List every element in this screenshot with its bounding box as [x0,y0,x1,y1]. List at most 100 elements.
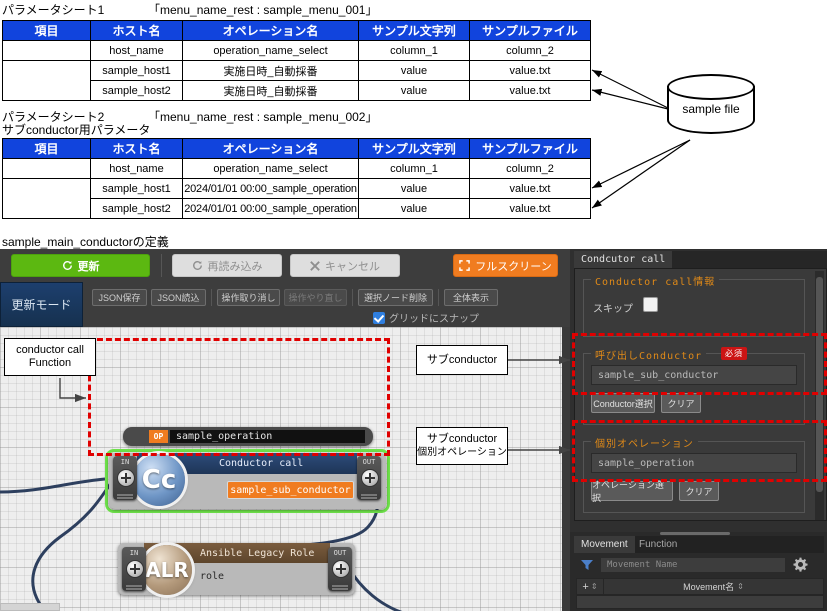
fit-all-button[interactable]: 全体表示 [444,289,498,306]
canvas-horizontal-scrollbar[interactable] [0,603,60,611]
in-port-label: IN [122,549,146,557]
movement-tabstrip: Movement Function [574,536,824,553]
snap-checkbox-icon[interactable] [373,312,385,324]
node-in-port[interactable]: IN [122,547,146,591]
cell-string: value [359,81,470,101]
col-header-host: ホスト名 [91,21,183,41]
row-label-restkey: RESTキー名 [3,41,91,61]
in-port-knob-icon[interactable] [117,469,135,487]
sort-icon[interactable]: ⇕ [737,582,744,591]
sort-icon[interactable]: ⇕ [591,582,598,591]
update-button-label: 更新 [78,258,100,274]
highlight-conductor-call-node [88,338,390,456]
table-row: sample_host2 2024/01/01 00:00_sample_ope… [3,199,591,219]
subtoolbar-divider [352,289,353,306]
col-header-item: 項目 [3,139,91,159]
skip-checkbox[interactable] [643,297,658,312]
funnel-icon[interactable] [580,558,594,572]
cell-host: sample_host1 [91,61,183,81]
in-port-knob-icon[interactable] [126,560,144,578]
mode-tab[interactable]: 更新モード [0,282,83,327]
section-conductor-call-info-label: Conductor call情報 [591,273,719,288]
fullscreen-button[interactable]: フルスクリーン [453,254,558,277]
cell-string: column_1 [359,159,470,179]
node-value-label: role [200,567,224,585]
out-port-knob-icon[interactable] [361,469,379,487]
cell-string: column_1 [359,41,470,61]
col-header-host: ホスト名 [91,139,183,159]
table-row: sample_host2 実施日時_自動採番 value value.txt [3,81,591,101]
movement-header-controls[interactable]: plus-icon + ⇕ [577,579,604,594]
col-header-file: サンプルファイル [470,21,591,41]
highlight-operation-field [572,420,827,482]
json-save-label: JSON保存 [98,291,140,304]
json-load-label: JSON読込 [157,291,199,304]
delete-node-button[interactable]: 選択ノード削除 [358,289,433,306]
reload-button[interactable]: 再読み込み [172,254,282,277]
node-in-port[interactable]: IN [113,456,137,500]
callout-sub-conductor: サブconductor [416,345,508,375]
cell-operation: operation_name_select [183,41,359,61]
gear-icon[interactable] [793,557,808,572]
editor-toolbar: 更新 再読み込み キャンセル フルスクリーン [0,249,570,282]
redo-button[interactable]: 操作やり直し [284,289,347,306]
tab-conductor-call[interactable]: Condcutor call [574,251,672,268]
editor-subtoolbar: JSON保存 JSON読込 操作取り消し 操作やり直し 選択ノード削除 全体表示… [83,282,570,327]
movement-name-input[interactable]: Movement Name [600,557,786,573]
cell-string: value [359,179,470,199]
movement-filter-row: Movement Name [576,555,824,576]
callout-line-1: サブconductor [427,433,497,446]
reload-button-label: 再読み込み [208,258,263,274]
operation-clear-button[interactable]: クリア [679,481,719,501]
cell-host: host_name [91,41,183,61]
properties-tabstrip: Condcutor call [574,251,827,268]
panel-resize-handle[interactable] [660,532,730,535]
editor-caption: sample_main_conductorの定義 [2,233,169,250]
tab-movement[interactable]: Movement [574,536,635,553]
close-icon [310,261,320,271]
callout-line-1: conductor call [16,344,84,357]
conductor-clear-button[interactable]: クリア [661,393,701,413]
json-load-button[interactable]: JSON読込 [151,289,206,306]
node-out-port[interactable]: OUT [328,547,352,591]
cell-operation: 2024/01/01 00:00_sample_operation [183,179,359,199]
expand-icon [459,260,470,271]
table-row: RESTキー名 host_name operation_name_select … [3,41,591,61]
tab-function[interactable]: Function [632,536,684,553]
node-title-label: Ansible Legacy Role [200,543,314,563]
row-label-applydata: 適用データ [3,179,91,219]
update-button[interactable]: 更新 [11,254,150,277]
snap-to-grid-toggle[interactable]: グリッドにスナップ [373,310,479,325]
cylinder-top [667,74,755,100]
col-header-string: サンプル文字列 [359,139,470,159]
out-port-knob-icon[interactable] [332,560,350,578]
operation-select-button[interactable]: オペレーション選択 [591,481,673,501]
col-header-operation: オペレーション名 [183,21,359,41]
conductor-select-button[interactable]: Conductor選択 [591,393,655,413]
movement-name-column-header[interactable]: Movement名 ⇕ [604,579,823,594]
table-header-row: 項目 ホスト名 オペレーション名 サンプル文字列 サンプルファイル [3,21,591,41]
sheet2-menu-name: 「menu_name_rest : sample_menu_002」 [148,110,377,124]
datastore-label: sample file [667,102,755,116]
movement-table-row[interactable] [576,595,824,609]
cell-host: sample_host2 [91,199,183,219]
plus-icon[interactable]: + [582,581,588,593]
col-header-file: サンプルファイル [470,139,591,159]
redo-label: 操作やり直し [288,291,342,304]
table-row: 適用データ sample_host1 2024/01/01 00:00_samp… [3,179,591,199]
table-header-row: 項目 ホスト名 オペレーション名 サンプル文字列 サンプルファイル [3,139,591,159]
json-save-button[interactable]: JSON保存 [92,289,147,306]
node-out-port[interactable]: OUT [357,456,381,500]
tab-movement-label: Movement [581,539,628,550]
node-value-field[interactable]: sample_sub_conductor [227,481,354,499]
cell-file: column_2 [470,41,591,61]
row-label-restkey: RESTキー名 [3,159,91,179]
conductor-call-icon: Cc [133,454,185,506]
sheet2-subtitle: サブconductor用パラメータ [2,124,150,137]
undo-button[interactable]: 操作取り消し [217,289,280,306]
refresh-icon [192,260,203,271]
in-port-grip [126,585,142,587]
fullscreen-button-label: フルスクリーン [475,258,551,274]
cancel-button[interactable]: キャンセル [290,254,400,277]
sheet1-menu-name: 「menu_name_rest : sample_menu_001」 [148,3,377,17]
